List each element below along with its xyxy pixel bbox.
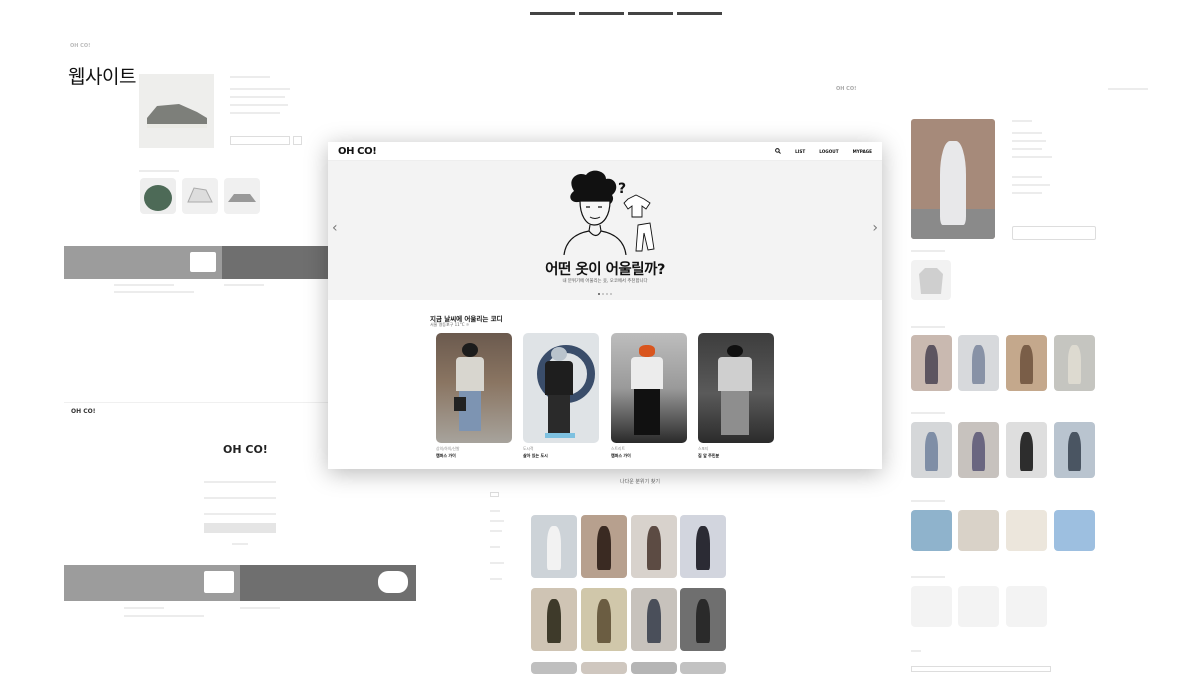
nav-mypage-link[interactable]: MYPAGE — [853, 149, 872, 154]
weather-text: 서울 영등포구 11°C — [430, 322, 465, 327]
outfit-card[interactable]: 스포티 집 앞 주민분 — [698, 333, 774, 459]
carousel-dots — [328, 293, 882, 295]
hero-banner: ‹ › ? 어떤 옷이 어울릴까? 내 분위기에 어울리는 옷, 오코에서 추천… — [328, 161, 882, 300]
main-home-window: OH CO! LIST LOGOUT MYPAGE ‹ › ? 어떤 옷이 어울… — [328, 142, 882, 469]
outfit-card[interactable]: 상의/하의/신발 캠퍼스 가이 — [436, 333, 512, 459]
svg-text:?: ? — [618, 181, 626, 197]
login-header-logo: OH CO! — [71, 408, 96, 415]
sneaker-image — [139, 74, 214, 148]
nav-logout-link[interactable]: LOGOUT — [819, 149, 838, 154]
nav-list-link[interactable]: LIST — [795, 149, 805, 154]
login-logo: OH CO! — [223, 443, 268, 456]
chevron-right-icon[interactable]: › — [872, 221, 878, 235]
outfit-photo — [523, 333, 599, 443]
top-thumbnail-strip — [530, 0, 726, 15]
outfit-card[interactable]: 스트리트 캠퍼스 가이 — [611, 333, 687, 459]
card-category: 스포티 — [698, 446, 709, 451]
card-name: 살아 있는 도시 — [523, 453, 548, 458]
card-category: 스트리트 — [611, 446, 625, 451]
hero-subtitle: 내 분위기에 어울리는 옷, 오코에서 추천합니다 — [562, 279, 648, 284]
page-label: 웹사이트 — [68, 66, 136, 88]
nav-menu: LIST LOGOUT MYPAGE — [775, 147, 872, 155]
presentation-canvas: OH CO! 웹사이트 OH CO! OH CO! 나다운 분위기 찾기 OH … — [0, 0, 1200, 676]
outfit-photo — [611, 333, 687, 443]
carousel-dot[interactable] — [606, 293, 608, 295]
outfit-card[interactable]: 도시적 살아 있는 도시 — [523, 333, 599, 459]
outfit-photo — [436, 333, 512, 443]
chevron-left-icon[interactable]: ‹ — [332, 221, 338, 235]
hero-illustration: ? — [563, 170, 655, 255]
carousel-dot[interactable] — [610, 293, 612, 295]
carousel-dot[interactable] — [598, 293, 600, 295]
card-name: 캠퍼스 가이 — [436, 453, 456, 458]
hero-title: 어떤 옷이 어울릴까? — [545, 262, 665, 278]
search-icon[interactable] — [775, 147, 781, 155]
carousel-dot[interactable] — [602, 293, 604, 295]
card-category: 도시적 — [523, 446, 534, 451]
brand-logo[interactable]: OH CO! — [338, 146, 377, 157]
weather-info: 서울 영등포구 11°C ☼ — [430, 322, 469, 328]
community-page-mockup: 나다운 분위기 찾기 — [452, 470, 828, 676]
card-name: 집 앞 주민분 — [698, 453, 720, 458]
mockup-logo: OH CO! — [70, 43, 91, 49]
login-button[interactable] — [204, 523, 276, 533]
sun-icon: ☼ — [465, 322, 470, 327]
community-heading: 나다운 분위기 찾기 — [620, 479, 660, 485]
outfit-photo — [698, 333, 774, 443]
card-name: 캠퍼스 가이 — [611, 453, 631, 458]
nav-bar: OH CO! LIST LOGOUT MYPAGE — [328, 142, 882, 161]
card-category: 상의/하의/신발 — [436, 446, 460, 451]
